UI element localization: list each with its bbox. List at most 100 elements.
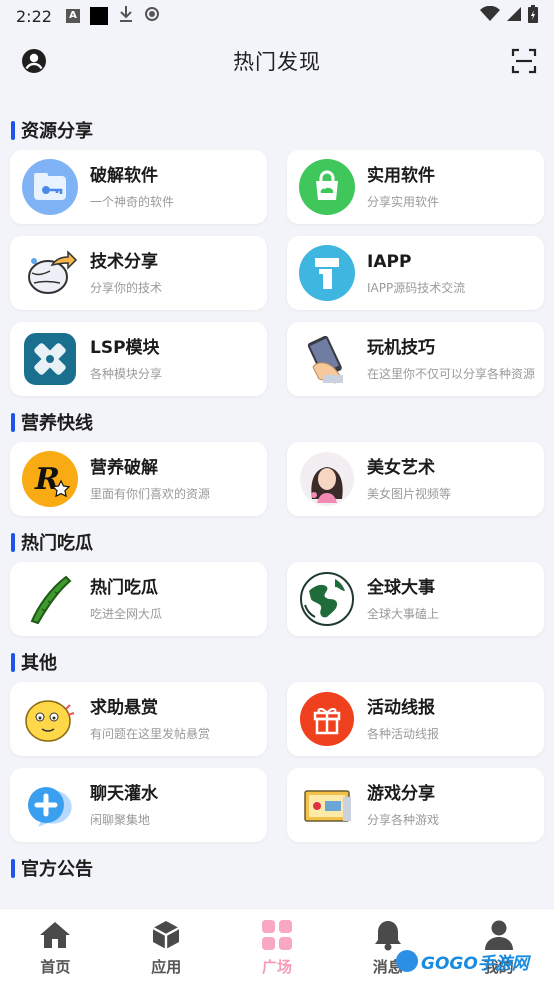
- section-title-other: 其他: [0, 642, 554, 682]
- card-name: 破解软件: [90, 165, 158, 186]
- grid-icon: [260, 918, 294, 952]
- folder-key-icon: [22, 159, 78, 215]
- emoji-face-icon: [22, 691, 78, 747]
- card-nutrition-crack[interactable]: R 营养破解 里面有你们喜欢的资源: [10, 442, 267, 516]
- nav-square[interactable]: 广场: [222, 909, 333, 984]
- scan-icon: [511, 48, 537, 74]
- svg-text:R: R: [34, 462, 60, 497]
- card-name: 技术分享: [90, 251, 158, 272]
- phone-hand-icon: [299, 331, 355, 387]
- section-title-announcements: 官方公告: [0, 848, 554, 888]
- card-desc: 分享各种游戏: [367, 812, 440, 827]
- lsp-module-icon: [22, 331, 78, 387]
- card-useful-software[interactable]: 实用软件 分享实用软件: [287, 150, 544, 224]
- card-global-events[interactable]: 全球大事 全球大事磕上: [287, 562, 544, 636]
- watermark-logo: GOGO手游网: [396, 946, 529, 976]
- share-globe-icon: [22, 245, 78, 301]
- section-grid-gossip: 热门吃瓜 吃进全网大瓜 全球大事 全球大事磕上: [0, 562, 554, 636]
- nav-label: 应用: [151, 958, 182, 976]
- card-desc: 分享实用软件: [367, 194, 440, 209]
- card-desc: 一个神奇的软件: [90, 194, 175, 209]
- card-desc: 里面有你们喜欢的资源: [90, 486, 211, 501]
- section-accent-bar: [11, 652, 15, 672]
- earth-icon: [299, 571, 355, 627]
- card-name: 营养破解: [90, 457, 158, 478]
- card-beauty-art[interactable]: 美女艺术 美女图片视频等: [287, 442, 544, 516]
- section-label: 热门吃瓜: [21, 533, 93, 554]
- card-name: 游戏分享: [367, 783, 435, 804]
- gift-icon: [299, 691, 355, 747]
- scan-button[interactable]: [507, 44, 541, 78]
- card-event-news[interactable]: 活动线报 各种活动线报: [287, 682, 544, 756]
- game-card-icon: [299, 777, 355, 833]
- card-desc: 各种模块分享: [90, 366, 163, 381]
- card-desc: 美女图片视频等: [367, 486, 452, 501]
- cucumber-icon: [22, 571, 78, 627]
- section-accent-bar: [11, 532, 15, 552]
- card-lsp-module[interactable]: LSP模块 各种模块分享: [10, 322, 267, 396]
- card-name: 美女艺术: [367, 457, 435, 478]
- card-name: 聊天灌水: [90, 783, 158, 804]
- watermark-circle-icon: [396, 950, 418, 972]
- green-bag-icon: [299, 159, 355, 215]
- section-grid-other: 求助悬赏 有问题在这里发帖悬赏 活动线报 各种活动线报 聊天灌水 闲聊聚集地 游…: [0, 682, 554, 842]
- card-name: 全球大事: [367, 577, 435, 598]
- rockstar-r-icon: R: [22, 451, 78, 507]
- section-title-nutrition: 营养快线: [0, 402, 554, 442]
- record-icon: [144, 6, 160, 26]
- iapp-icon: [299, 245, 355, 301]
- card-name: 玩机技巧: [367, 337, 435, 358]
- wifi-icon: [480, 5, 500, 26]
- card-help-bounty[interactable]: 求助悬赏 有问题在这里发帖悬赏: [10, 682, 267, 756]
- section-label: 营养快线: [21, 413, 93, 434]
- status-time: 2:22: [16, 6, 52, 26]
- section-accent-bar: [11, 412, 15, 432]
- header: 热门发现: [0, 38, 554, 84]
- card-crack-software[interactable]: 破解软件 一个神奇的软件: [10, 150, 267, 224]
- girl-avatar-icon: [299, 451, 355, 507]
- card-desc: 吃进全网大瓜: [90, 606, 163, 621]
- notification-square-icon: [89, 7, 108, 25]
- card-tech-share[interactable]: 技术分享 分享你的技术: [10, 236, 267, 310]
- card-name: 活动线报: [367, 697, 435, 718]
- section-accent-bar: [11, 120, 15, 140]
- nav-home[interactable]: 首页: [0, 909, 111, 984]
- card-game-share[interactable]: 游戏分享 分享各种游戏: [287, 768, 544, 842]
- watermark-text: GOGO手游网: [421, 953, 529, 974]
- chat-plus-icon: [22, 777, 78, 833]
- card-desc: 全球大事磕上: [367, 606, 440, 621]
- profile-button[interactable]: [17, 44, 51, 78]
- card-phone-tips[interactable]: 玩机技巧 在这里你不仅可以分享各种资源: [287, 322, 544, 396]
- card-name: LSP模块: [90, 337, 160, 358]
- notification-a-icon: A: [65, 9, 80, 23]
- nav-label: 广场: [261, 958, 292, 976]
- card-desc: 闲聊聚集地: [90, 812, 151, 827]
- signal-icon: [506, 6, 522, 26]
- battery-icon: [528, 5, 538, 27]
- card-name: 热门吃瓜: [90, 577, 158, 598]
- cube-icon: [149, 918, 183, 952]
- section-label: 官方公告: [21, 859, 93, 880]
- status-bar: 2:22 A: [0, 0, 554, 32]
- card-name: IAPP: [367, 251, 412, 272]
- card-name: 实用软件: [367, 165, 435, 186]
- card-desc: 各种活动线报: [367, 726, 440, 741]
- section-accent-bar: [11, 858, 15, 878]
- card-desc: 分享你的技术: [90, 280, 163, 295]
- home-icon: [38, 918, 72, 952]
- card-name: 求助悬赏: [90, 697, 158, 718]
- nav-apps[interactable]: 应用: [111, 909, 222, 984]
- account-circle-icon: [22, 49, 46, 73]
- card-desc: 有问题在这里发帖悬赏: [90, 726, 211, 741]
- discover-content: 资源分享 破解软件 一个神奇的软件 实用软件 分享实用软件 技术分享 分享你的技…: [0, 110, 554, 888]
- section-grid-resources: 破解软件 一个神奇的软件 实用软件 分享实用软件 技术分享 分享你的技术 IAP…: [0, 150, 554, 396]
- card-iapp[interactable]: IAPP IAPP源码技术交流: [287, 236, 544, 310]
- section-title-gossip: 热门吃瓜: [0, 522, 554, 562]
- nav-label: 首页: [40, 958, 71, 976]
- section-title-resources: 资源分享: [0, 110, 554, 150]
- card-hot-gossip[interactable]: 热门吃瓜 吃进全网大瓜: [10, 562, 267, 636]
- card-desc: IAPP源码技术交流: [367, 280, 466, 295]
- download-icon: [118, 5, 134, 27]
- section-label: 其他: [21, 653, 57, 674]
- card-chat[interactable]: 聊天灌水 闲聊聚集地: [10, 768, 267, 842]
